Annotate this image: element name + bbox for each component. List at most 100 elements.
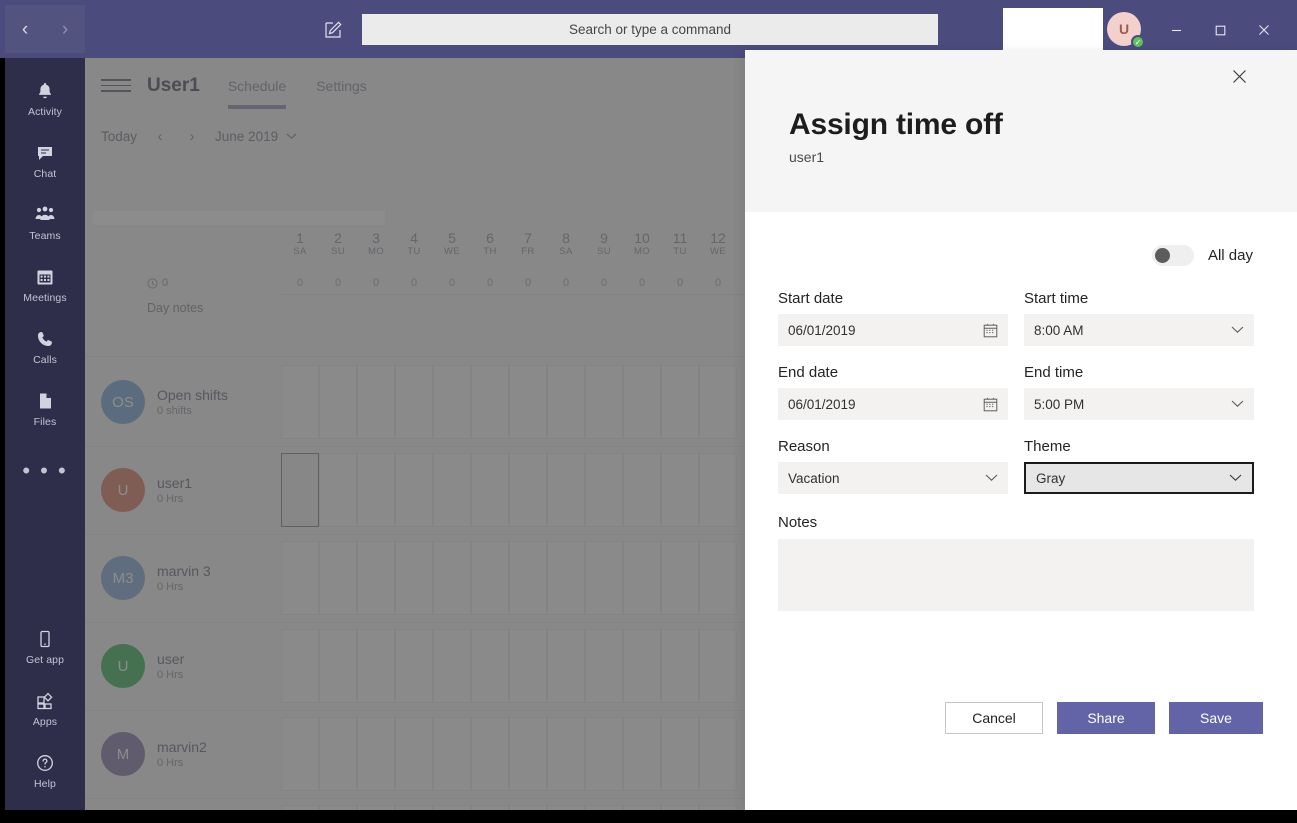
table-row[interactable]: M marvin2 0 Hrs [85, 710, 745, 798]
shift-cell[interactable] [281, 805, 319, 810]
sidebar-item-meetings[interactable]: Meetings [5, 254, 85, 316]
shift-cell[interactable] [395, 541, 433, 615]
hamburger-icon[interactable] [101, 79, 131, 92]
save-button[interactable]: Save [1169, 702, 1263, 734]
shift-cell[interactable] [547, 453, 585, 527]
sidebar-item-get-app[interactable]: Get app [5, 616, 85, 678]
shift-cell[interactable] [471, 365, 509, 439]
forward-icon[interactable]: › [50, 20, 80, 39]
shift-cell[interactable] [699, 541, 737, 615]
shift-cell[interactable] [661, 541, 699, 615]
shift-cell[interactable] [471, 629, 509, 703]
shift-cell[interactable] [509, 629, 547, 703]
calendar-icon[interactable] [983, 397, 998, 412]
shift-cell[interactable] [395, 805, 433, 810]
shift-cell[interactable] [547, 805, 585, 810]
shift-cell[interactable] [623, 805, 661, 810]
shift-cell[interactable] [357, 453, 395, 527]
shift-cell[interactable] [547, 365, 585, 439]
reason-dropdown[interactable]: Vacation [778, 462, 1008, 494]
shift-cell[interactable] [319, 717, 357, 791]
shift-cell[interactable] [471, 717, 509, 791]
shift-cell[interactable] [699, 629, 737, 703]
close-window-button[interactable] [1249, 15, 1279, 45]
shift-cell[interactable] [699, 717, 737, 791]
shift-cell[interactable] [319, 805, 357, 810]
shift-cell[interactable] [547, 541, 585, 615]
shift-cell[interactable] [547, 629, 585, 703]
shift-cell[interactable] [433, 629, 471, 703]
shift-cell[interactable] [509, 805, 547, 810]
shift-cell[interactable] [623, 629, 661, 703]
start-date-field[interactable]: 06/01/2019 [778, 314, 1008, 346]
shift-cell[interactable] [623, 541, 661, 615]
shift-cell[interactable] [433, 541, 471, 615]
sidebar-item-help[interactable]: Help [5, 740, 85, 802]
sidebar-item-activity[interactable]: Activity [5, 68, 85, 130]
shift-cell[interactable] [319, 365, 357, 439]
shift-cell[interactable] [319, 541, 357, 615]
table-row-partial[interactable] [85, 798, 745, 810]
shift-cell[interactable] [509, 365, 547, 439]
sidebar-item-files[interactable]: Files [5, 378, 85, 440]
sidebar-more-button[interactable]: • • • [5, 440, 85, 502]
shift-cell[interactable] [357, 717, 395, 791]
sidebar-item-chat[interactable]: Chat [5, 130, 85, 192]
maximize-button[interactable] [1205, 15, 1235, 45]
shift-cell[interactable] [281, 629, 319, 703]
shift-cell[interactable] [623, 717, 661, 791]
notes-textarea[interactable] [778, 539, 1254, 611]
shift-cell[interactable] [319, 453, 357, 527]
shift-cell[interactable] [281, 541, 319, 615]
shift-cell-selected[interactable] [281, 453, 319, 527]
shift-cell[interactable] [433, 717, 471, 791]
compose-icon[interactable] [320, 17, 346, 43]
shift-cell[interactable] [585, 541, 623, 615]
shift-cell[interactable] [357, 805, 395, 810]
shift-cell[interactable] [319, 629, 357, 703]
end-time-field[interactable]: 5:00 PM [1024, 388, 1254, 420]
theme-dropdown[interactable]: Gray [1024, 462, 1254, 494]
next-period-icon[interactable]: › [183, 128, 201, 145]
calendar-icon[interactable] [983, 323, 998, 338]
shift-cell[interactable] [433, 365, 471, 439]
shift-cell[interactable] [623, 365, 661, 439]
table-row[interactable]: U user 0 Hrs [85, 622, 745, 710]
sidebar-item-calls[interactable]: Calls [5, 316, 85, 378]
shift-cell[interactable] [661, 453, 699, 527]
shift-cell[interactable] [433, 453, 471, 527]
shift-cell[interactable] [585, 805, 623, 810]
shift-cell[interactable] [471, 541, 509, 615]
start-time-field[interactable]: 8:00 AM [1024, 314, 1254, 346]
search-input[interactable]: Search or type a command [362, 14, 938, 45]
shift-cell[interactable] [585, 453, 623, 527]
tab-settings[interactable]: Settings [316, 58, 367, 113]
table-row[interactable]: U user1 0 Hrs [85, 446, 745, 534]
prev-period-icon[interactable]: ‹ [151, 128, 169, 145]
close-icon[interactable] [1225, 62, 1253, 90]
sidebar-item-apps[interactable]: Apps [5, 678, 85, 740]
shift-cell[interactable] [281, 365, 319, 439]
shift-cell[interactable] [623, 453, 661, 527]
cancel-button[interactable]: Cancel [945, 702, 1043, 734]
shift-cell[interactable] [471, 805, 509, 810]
shift-cell[interactable] [585, 629, 623, 703]
shift-cell[interactable] [395, 629, 433, 703]
today-button[interactable]: Today [101, 129, 137, 144]
shift-cell[interactable] [357, 541, 395, 615]
shift-cell[interactable] [509, 453, 547, 527]
chevron-down-icon[interactable] [985, 474, 998, 482]
shift-cell[interactable] [395, 453, 433, 527]
table-row[interactable]: OS Open shifts 0 shifts [85, 358, 745, 446]
shift-cell[interactable] [699, 805, 737, 810]
shift-cell[interactable] [585, 365, 623, 439]
shift-cell[interactable] [395, 365, 433, 439]
table-row[interactable]: M3 marvin 3 0 Hrs [85, 534, 745, 622]
minimize-button[interactable] [1161, 15, 1191, 45]
shift-cell[interactable] [509, 541, 547, 615]
end-date-field[interactable]: 06/01/2019 [778, 388, 1008, 420]
chevron-down-icon[interactable] [1231, 400, 1244, 408]
shift-cell[interactable] [395, 717, 433, 791]
shift-cell[interactable] [699, 453, 737, 527]
all-day-toggle[interactable] [1151, 244, 1194, 266]
